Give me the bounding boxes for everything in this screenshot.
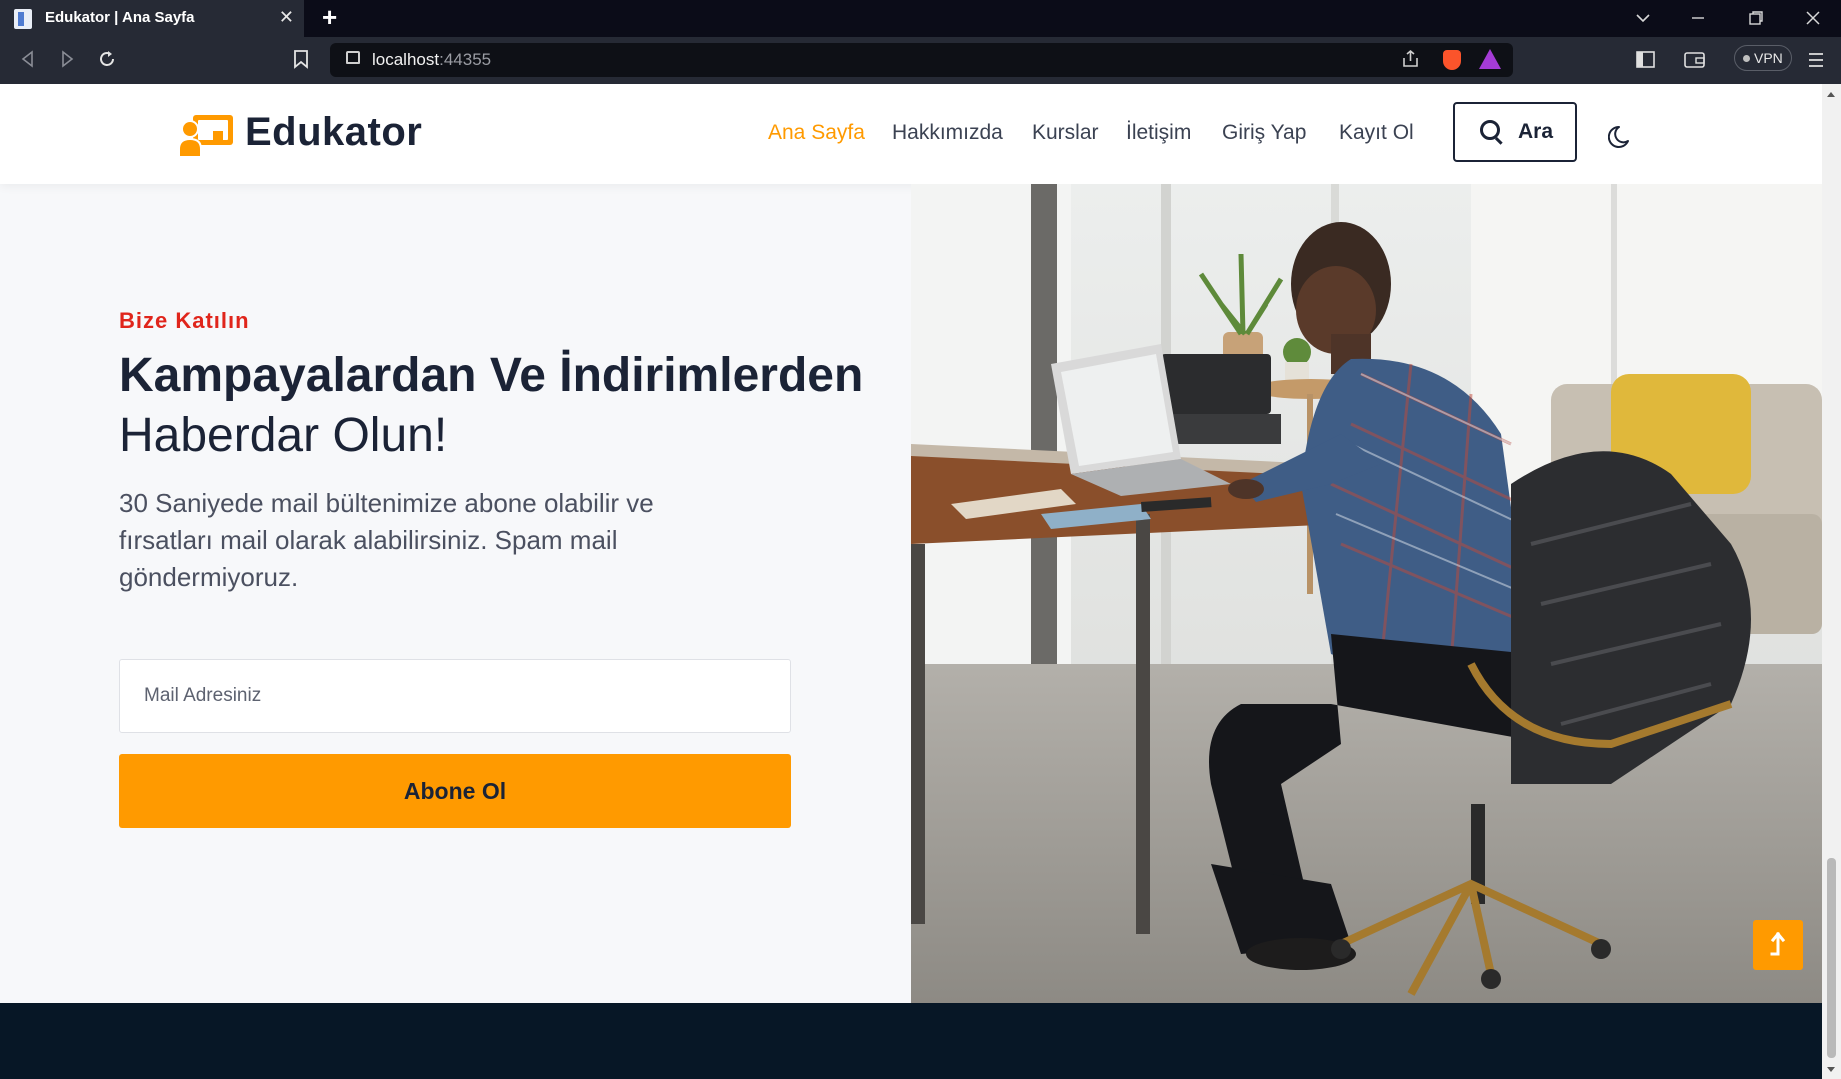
- browser-tab-bar: Edukator | Ana Sayfa ✕ +: [0, 0, 1841, 37]
- sidebar-icon[interactable]: [1636, 51, 1656, 69]
- nav-link-login[interactable]: Giriş Yap: [1222, 121, 1306, 145]
- new-tab-button[interactable]: +: [322, 2, 337, 33]
- heading-light: Haberdar Olun!: [119, 409, 448, 462]
- search-button[interactable]: Ara: [1453, 102, 1577, 162]
- person-working-at-desk-image: [911, 184, 1822, 1003]
- section-heading: Kampayalardan Ve İndirimlerden Haberdar …: [119, 346, 879, 466]
- page-scrollbar-thumb[interactable]: [1827, 858, 1836, 1058]
- subscribe-button[interactable]: Abone Ol: [119, 754, 791, 828]
- wallet-icon[interactable]: [1684, 51, 1706, 69]
- search-icon: [1480, 120, 1500, 140]
- nav-link-contact[interactable]: İletişim: [1126, 121, 1191, 145]
- logo-icon[interactable]: [179, 113, 235, 157]
- arrow-up-icon: [1770, 931, 1786, 956]
- logo-text[interactable]: Edukator: [245, 110, 422, 155]
- brave-shields-icon[interactable]: [1443, 50, 1461, 70]
- heading-bold: Kampayalardan Ve İndirimlerden: [119, 349, 864, 402]
- tab-search-chevron-icon[interactable]: [1635, 10, 1651, 26]
- nav-link-register[interactable]: Kayıt Ol: [1339, 121, 1414, 145]
- browser-tab-active[interactable]: Edukator | Ana Sayfa ✕: [0, 0, 304, 37]
- tab-close-icon[interactable]: ✕: [279, 7, 294, 28]
- nav-link-courses[interactable]: Kurslar: [1032, 121, 1099, 145]
- search-button-label: Ara: [1518, 120, 1554, 143]
- footer-strip: [0, 1003, 1822, 1079]
- window-close-icon[interactable]: [1805, 10, 1821, 26]
- nav-link-about[interactable]: Hakkımızda: [892, 121, 1003, 145]
- minimize-icon[interactable]: [1690, 10, 1706, 26]
- page-viewport: Edukator Ana Sayfa Hakkımızda Kurslar İl…: [0, 84, 1822, 1079]
- brave-rewards-icon[interactable]: [1479, 49, 1501, 69]
- scroll-up-arrow-icon[interactable]: [1826, 90, 1836, 98]
- site-header: Edukator Ana Sayfa Hakkımızda Kurslar İl…: [0, 84, 1822, 184]
- tab-title: Edukator | Ana Sayfa: [45, 9, 195, 26]
- back-icon[interactable]: [20, 50, 36, 68]
- share-icon[interactable]: [1401, 49, 1421, 69]
- scroll-down-arrow-icon[interactable]: [1826, 1066, 1836, 1074]
- browser-toolbar: localhost:44355 VPN: [0, 37, 1841, 84]
- scroll-to-top-button[interactable]: [1753, 920, 1803, 970]
- nav-link-home[interactable]: Ana Sayfa: [768, 121, 865, 145]
- bookmark-icon[interactable]: [293, 49, 309, 69]
- reload-icon[interactable]: [97, 49, 117, 69]
- menu-icon[interactable]: [1808, 51, 1824, 69]
- email-field[interactable]: [119, 659, 791, 733]
- section-eyebrow: Bize Katılın: [119, 308, 250, 333]
- address-bar[interactable]: localhost:44355: [330, 43, 1513, 77]
- dark-mode-toggle-icon[interactable]: [1608, 124, 1634, 150]
- section-description: 30 Saniyede mail bültenimize abone olabi…: [119, 488, 654, 592]
- vpn-button[interactable]: VPN: [1734, 45, 1792, 71]
- lock-icon: [346, 51, 360, 64]
- forward-icon[interactable]: [59, 50, 75, 68]
- restore-icon[interactable]: [1748, 10, 1764, 26]
- url-text: localhost:44355: [372, 50, 492, 69]
- page-favicon-icon: [14, 9, 32, 29]
